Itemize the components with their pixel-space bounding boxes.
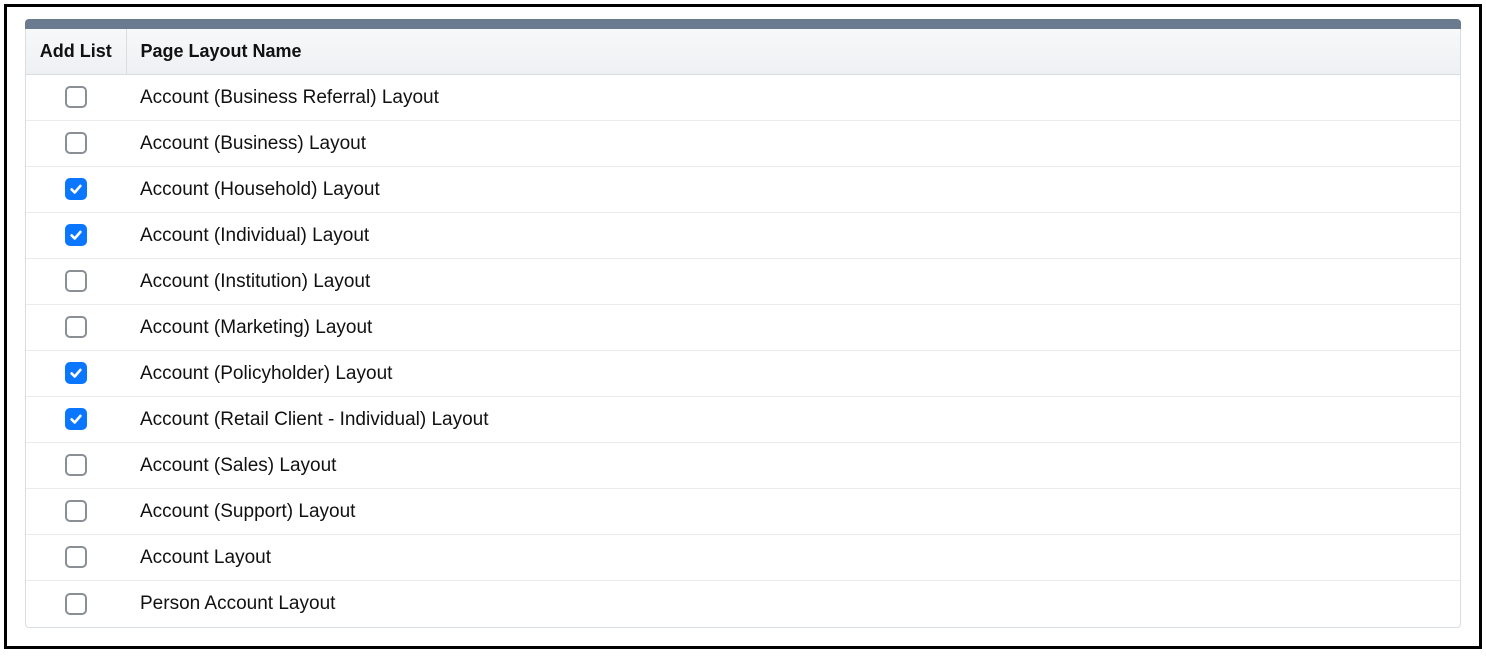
cell-page-layout-name: Account (Policyholder) Layout [126, 351, 1460, 397]
table-row: Person Account Layout [26, 581, 1460, 627]
add-list-checkbox[interactable] [65, 86, 87, 108]
table-row: Account (Marketing) Layout [26, 305, 1460, 351]
cell-add-list [26, 351, 126, 397]
add-list-checkbox[interactable] [65, 362, 87, 384]
table-row: Account (Business) Layout [26, 121, 1460, 167]
table-row: Account (Institution) Layout [26, 259, 1460, 305]
table-row: Account (Business Referral) Layout [26, 75, 1460, 121]
layout-table-panel: Add List Page Layout Name Account (Busin… [25, 29, 1461, 628]
cell-page-layout-name: Account (Business Referral) Layout [126, 75, 1460, 121]
cell-page-layout-name: Account (Household) Layout [126, 167, 1460, 213]
outer-frame: Add List Page Layout Name Account (Busin… [4, 4, 1482, 649]
cell-add-list [26, 213, 126, 259]
cell-add-list [26, 397, 126, 443]
cell-page-layout-name: Account (Institution) Layout [126, 259, 1460, 305]
cell-add-list [26, 581, 126, 627]
cell-page-layout-name: Account (Marketing) Layout [126, 305, 1460, 351]
table-row: Account (Policyholder) Layout [26, 351, 1460, 397]
table-row: Account (Retail Client - Individual) Lay… [26, 397, 1460, 443]
cell-page-layout-name: Account (Individual) Layout [126, 213, 1460, 259]
add-list-checkbox[interactable] [65, 178, 87, 200]
cell-page-layout-name: Account (Business) Layout [126, 121, 1460, 167]
column-header-page-layout-name: Page Layout Name [126, 29, 1460, 75]
cell-add-list [26, 167, 126, 213]
cell-page-layout-name: Account Layout [126, 535, 1460, 581]
cell-add-list [26, 305, 126, 351]
table-row: Account (Sales) Layout [26, 443, 1460, 489]
cell-page-layout-name: Account (Sales) Layout [126, 443, 1460, 489]
add-list-checkbox[interactable] [65, 408, 87, 430]
add-list-checkbox[interactable] [65, 454, 87, 476]
cell-page-layout-name: Account (Retail Client - Individual) Lay… [126, 397, 1460, 443]
checkmark-icon [69, 366, 83, 380]
cell-add-list [26, 259, 126, 305]
add-list-checkbox[interactable] [65, 270, 87, 292]
layout-table: Add List Page Layout Name Account (Busin… [26, 29, 1460, 627]
add-list-checkbox[interactable] [65, 316, 87, 338]
add-list-checkbox[interactable] [65, 500, 87, 522]
table-row: Account (Household) Layout [26, 167, 1460, 213]
cell-page-layout-name: Person Account Layout [126, 581, 1460, 627]
checkmark-icon [69, 412, 83, 426]
cell-add-list [26, 535, 126, 581]
table-row: Account Layout [26, 535, 1460, 581]
cell-add-list [26, 121, 126, 167]
cell-add-list [26, 75, 126, 121]
add-list-checkbox[interactable] [65, 132, 87, 154]
cell-page-layout-name: Account (Support) Layout [126, 489, 1460, 535]
table-row: Account (Individual) Layout [26, 213, 1460, 259]
add-list-checkbox[interactable] [65, 224, 87, 246]
table-header-row: Add List Page Layout Name [26, 29, 1460, 75]
column-header-add-list: Add List [26, 29, 126, 75]
checkmark-icon [69, 228, 83, 242]
panel-top-bar [25, 19, 1461, 29]
add-list-checkbox[interactable] [65, 593, 87, 615]
cell-add-list [26, 489, 126, 535]
table-row: Account (Support) Layout [26, 489, 1460, 535]
add-list-checkbox[interactable] [65, 546, 87, 568]
checkmark-icon [69, 182, 83, 196]
cell-add-list [26, 443, 126, 489]
